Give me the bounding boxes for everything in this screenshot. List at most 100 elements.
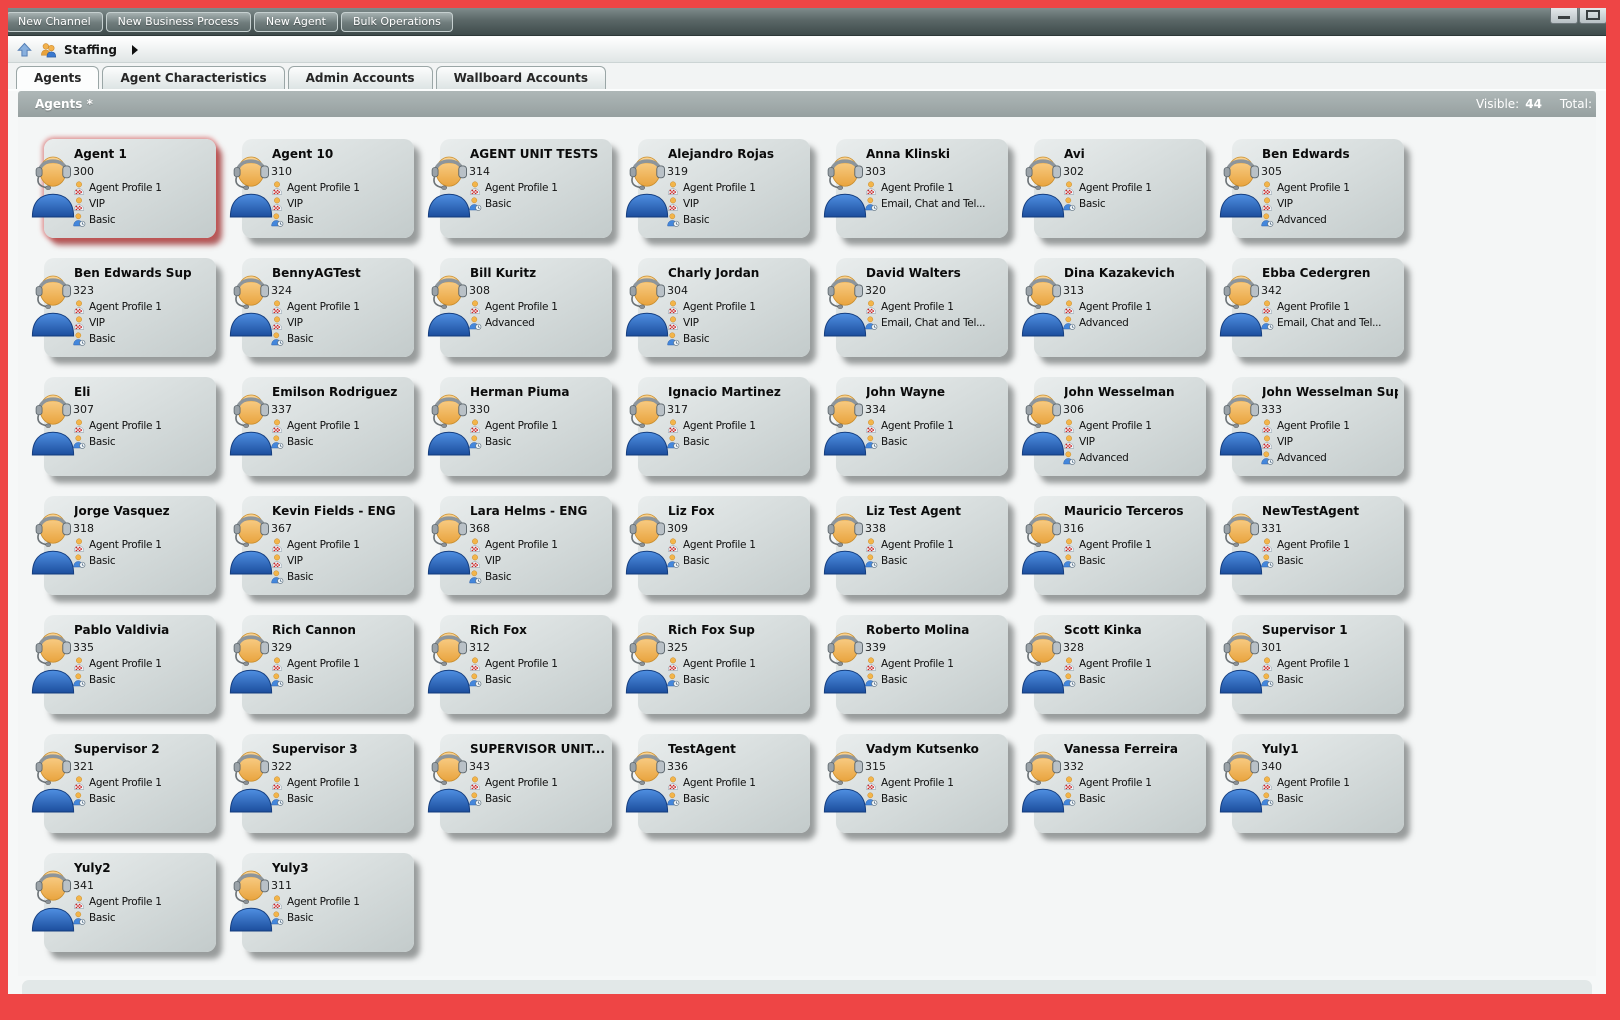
- minimize-icon[interactable]: [1550, 8, 1578, 24]
- agent-attribute-label: Basic: [881, 436, 907, 448]
- agent-card[interactable]: John Wesselman 306 Agent Profile 1 VIP: [1034, 377, 1206, 476]
- agent-attributes: Agent Profile 1 Email, Chat and Tel...: [864, 299, 1002, 331]
- agent-card[interactable]: Supervisor 1 301 Agent Profile 1 Basic: [1232, 615, 1404, 714]
- agent-card[interactable]: Alejandro Rojas 319 Agent Profile 1 VIP: [638, 139, 810, 238]
- agent-card[interactable]: Ben Edwards 305 Agent Profile 1 VIP: [1232, 139, 1404, 238]
- agent-card[interactable]: Kevin Fields - ENG 367 Agent Profile 1 V…: [242, 496, 414, 595]
- agent-attribute-label: Agent Profile 1: [881, 182, 954, 194]
- agent-attribute-label: Agent Profile 1: [485, 301, 558, 313]
- agent-card[interactable]: Scott Kinka 328 Agent Profile 1 Basic: [1034, 615, 1206, 714]
- maximize-icon[interactable]: [1579, 8, 1606, 24]
- agent-attribute-row: Advanced: [468, 315, 606, 331]
- agent-attribute-label: Agent Profile 1: [89, 301, 162, 313]
- agent-card[interactable]: Liz Fox 309 Agent Profile 1 Basic: [638, 496, 810, 595]
- agent-attribute-row: Agent Profile 1: [666, 418, 804, 434]
- agent-attribute-label: Agent Profile 1: [683, 301, 756, 313]
- agent-card[interactable]: Yuly3 311 Agent Profile 1 Basic: [242, 853, 414, 952]
- agent-extension: 343: [469, 760, 606, 773]
- agent-card[interactable]: David Walters 320 Agent Profile 1 Email,…: [836, 258, 1008, 357]
- agent-extension: 331: [1261, 522, 1398, 535]
- agent-attributes: Agent Profile 1 VIP Basic: [666, 180, 804, 228]
- agent-attribute-row: Basic: [270, 910, 408, 926]
- agent-attribute-label: Basic: [1277, 674, 1303, 686]
- agent-attribute-label: Basic: [683, 674, 709, 686]
- agent-avatar-icon: [621, 151, 673, 219]
- agent-card[interactable]: Agent 1 300 Agent Profile 1 VIP: [44, 139, 216, 238]
- agent-card[interactable]: Roberto Molina 339 Agent Profile 1 Basic: [836, 615, 1008, 714]
- agent-card[interactable]: Lara Helms - ENG 368 Agent Profile 1 VIP: [440, 496, 612, 595]
- agent-card[interactable]: Avi 302 Agent Profile 1 Basic: [1034, 139, 1206, 238]
- agent-card[interactable]: Pablo Valdivia 335 Agent Profile 1 Basic: [44, 615, 216, 714]
- tab-agent-characteristics[interactable]: Agent Characteristics: [102, 66, 284, 89]
- agent-name: Yuly1: [1262, 742, 1398, 756]
- agent-attribute-row: Agent Profile 1: [1062, 656, 1200, 672]
- agent-card[interactable]: Herman Piuma 330 Agent Profile 1 Basic: [440, 377, 612, 476]
- agent-card[interactable]: Emilson Rodriguez 337 Agent Profile 1 Ba…: [242, 377, 414, 476]
- agent-card[interactable]: Ben Edwards Sup 323 Agent Profile 1 VIP: [44, 258, 216, 357]
- agent-card[interactable]: John Wesselman Sup 333 Agent Profile 1 V…: [1232, 377, 1404, 476]
- agent-attribute-label: VIP: [89, 198, 105, 210]
- agent-attribute-label: Agent Profile 1: [683, 777, 756, 789]
- agent-name: Yuly3: [272, 861, 408, 875]
- agent-card[interactable]: Dina Kazakevich 313 Agent Profile 1 Adva…: [1034, 258, 1206, 357]
- agent-attributes: Agent Profile 1 Basic: [468, 775, 606, 807]
- agent-attributes: Agent Profile 1 Advanced: [1062, 299, 1200, 331]
- agent-extension: 301: [1261, 641, 1398, 654]
- agent-card[interactable]: Yuly2 341 Agent Profile 1 Basic: [44, 853, 216, 952]
- new-business-process-button[interactable]: New Business Process: [106, 12, 251, 32]
- agent-extension: 320: [865, 284, 1002, 297]
- new-agent-button[interactable]: New Agent: [254, 12, 338, 32]
- bulk-operations-button[interactable]: Bulk Operations: [341, 12, 453, 32]
- agent-avatar-icon: [225, 627, 277, 695]
- agent-card[interactable]: Rich Fox Sup 325 Agent Profile 1 Basic: [638, 615, 810, 714]
- agent-name: Supervisor 2: [74, 742, 210, 756]
- agent-card[interactable]: Liz Test Agent 338 Agent Profile 1 Basic: [836, 496, 1008, 595]
- agent-card[interactable]: Ignacio Martinez 317 Agent Profile 1 Bas…: [638, 377, 810, 476]
- agent-card[interactable]: John Wayne 334 Agent Profile 1 Basic: [836, 377, 1008, 476]
- agent-card[interactable]: Vadym Kutsenko 315 Agent Profile 1 Basic: [836, 734, 1008, 833]
- tab-agents[interactable]: Agents: [16, 66, 99, 89]
- breadcrumb-expand-icon[interactable]: [132, 45, 138, 55]
- agent-card[interactable]: Charly Jordan 304 Agent Profile 1 VIP: [638, 258, 810, 357]
- agent-card[interactable]: SUPERVISOR UNIT... 343 Agent Profile 1 B…: [440, 734, 612, 833]
- agent-card[interactable]: Supervisor 3 322 Agent Profile 1 Basic: [242, 734, 414, 833]
- agent-attribute-row: VIP: [1260, 434, 1398, 450]
- agent-card[interactable]: Jorge Vasquez 318 Agent Profile 1 Basic: [44, 496, 216, 595]
- top-toolbar: New ChannelNew Business ProcessNew Agent…: [8, 8, 1606, 36]
- tab-wallboard-accounts[interactable]: Wallboard Accounts: [436, 66, 606, 89]
- agent-card[interactable]: Rich Cannon 329 Agent Profile 1 Basic: [242, 615, 414, 714]
- agent-attribute-label: Agent Profile 1: [485, 539, 558, 551]
- agent-card[interactable]: Ebba Cedergren 342 Agent Profile 1 Email…: [1232, 258, 1404, 357]
- agent-attribute-label: Agent Profile 1: [881, 539, 954, 551]
- agent-card[interactable]: Eli 307 Agent Profile 1 Basic: [44, 377, 216, 476]
- tab-admin-accounts[interactable]: Admin Accounts: [288, 66, 433, 89]
- agent-card[interactable]: BennyAGTest 324 Agent Profile 1 VIP: [242, 258, 414, 357]
- agent-avatar-icon: [225, 389, 277, 457]
- agent-extension: 318: [73, 522, 210, 535]
- agent-card[interactable]: Vanessa Ferreira 332 Agent Profile 1 Bas…: [1034, 734, 1206, 833]
- agent-attribute-row: Agent Profile 1: [1062, 299, 1200, 315]
- agent-card[interactable]: Anna Klinski 303 Agent Profile 1 Email, …: [836, 139, 1008, 238]
- agent-card[interactable]: Yuly1 340 Agent Profile 1 Basic: [1232, 734, 1404, 833]
- new-channel-button[interactable]: New Channel: [8, 12, 103, 32]
- agent-attribute-label: Advanced: [1277, 452, 1326, 464]
- agent-card[interactable]: Supervisor 2 321 Agent Profile 1 Basic: [44, 734, 216, 833]
- breadcrumb-label[interactable]: Staffing: [64, 43, 117, 57]
- agent-attribute-label: Basic: [683, 214, 709, 226]
- agent-card[interactable]: AGENT UNIT TESTS 314 Agent Profile 1 Bas…: [440, 139, 612, 238]
- agent-card[interactable]: Bill Kuritz 308 Agent Profile 1 Advanced: [440, 258, 612, 357]
- agent-card[interactable]: TestAgent 336 Agent Profile 1 Basic: [638, 734, 810, 833]
- agent-name: Supervisor 1: [1262, 623, 1398, 637]
- navigate-up-icon[interactable]: [16, 42, 33, 58]
- agent-name: Rich Cannon: [272, 623, 408, 637]
- agent-avatar-icon: [1017, 508, 1069, 576]
- agent-name: Mauricio Terceros: [1064, 504, 1200, 518]
- agent-card[interactable]: Rich Fox 312 Agent Profile 1 Basic: [440, 615, 612, 714]
- agent-card[interactable]: NewTestAgent 331 Agent Profile 1 Basic: [1232, 496, 1404, 595]
- agent-extension: 323: [73, 284, 210, 297]
- agent-card[interactable]: Agent 10 310 Agent Profile 1 VIP: [242, 139, 414, 238]
- agent-name: Alejandro Rojas: [668, 147, 804, 161]
- agent-attribute-label: Advanced: [485, 317, 534, 329]
- agent-extension: 338: [865, 522, 1002, 535]
- agent-card[interactable]: Mauricio Terceros 316 Agent Profile 1 Ba…: [1034, 496, 1206, 595]
